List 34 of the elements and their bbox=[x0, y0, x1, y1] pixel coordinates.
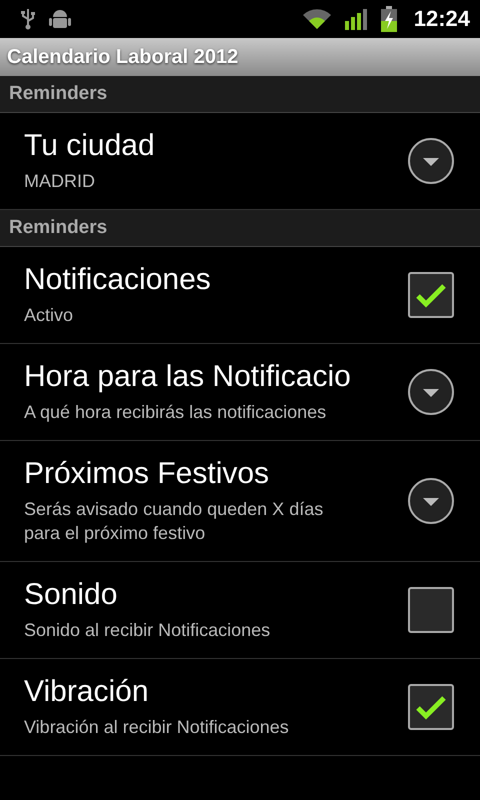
preference-row[interactable]: Próximos Festivos Serás avisado cuando queden X días para el próximo festivo bbox=[0, 441, 480, 562]
wifi-icon bbox=[302, 8, 332, 30]
preference-title: Próximos Festivos bbox=[24, 457, 270, 491]
section-header: Reminders bbox=[0, 76, 480, 113]
dropdown-icon[interactable] bbox=[407, 477, 455, 525]
preference-title: Hora para las Notificacio bbox=[24, 360, 352, 394]
preference-title: Tu ciudad bbox=[24, 129, 156, 163]
dropdown-icon[interactable] bbox=[407, 137, 455, 185]
checkbox[interactable] bbox=[408, 272, 454, 318]
checkmark-icon bbox=[415, 693, 447, 721]
checkbox[interactable] bbox=[408, 684, 454, 730]
preference-title: Sonido bbox=[24, 578, 118, 612]
preference-row[interactable]: Notificaciones Activo bbox=[0, 247, 480, 344]
app-title: Calendario Laboral 2012 bbox=[7, 46, 238, 68]
preference-summary: Activo bbox=[24, 304, 74, 327]
preference-summary: A qué hora recibirás las notificaciones bbox=[24, 401, 328, 424]
checkmark-icon bbox=[415, 281, 447, 309]
signal-icon bbox=[344, 8, 368, 30]
section-header: Reminders bbox=[0, 210, 480, 247]
usb-icon bbox=[20, 7, 36, 31]
preference-row[interactable]: Sonido Sonido al recibir Notificaciones bbox=[0, 562, 480, 659]
checkbox[interactable] bbox=[408, 587, 454, 633]
preference-summary: MADRID bbox=[24, 170, 96, 193]
preference-summary: Serás avisado cuando queden X días para el próximo festivo bbox=[24, 498, 324, 545]
preference-title: Notificaciones bbox=[24, 263, 212, 297]
preference-summary: Sonido al recibir Notificaciones bbox=[24, 619, 272, 642]
clock-time: 12:24 bbox=[414, 6, 470, 32]
preference-row[interactable]: Hora para las Notificacio A qué hora recibirás las notificaciones bbox=[0, 344, 480, 441]
preference-summary: Vibración al recibir Notificaciones bbox=[24, 716, 290, 739]
dropdown-icon[interactable] bbox=[407, 368, 455, 416]
battery-charging-icon bbox=[380, 6, 398, 32]
android-icon bbox=[48, 8, 72, 30]
preference-title: Vibración bbox=[24, 675, 150, 709]
preference-row[interactable]: Vibración Vibración al recibir Notificaciones bbox=[0, 659, 480, 756]
